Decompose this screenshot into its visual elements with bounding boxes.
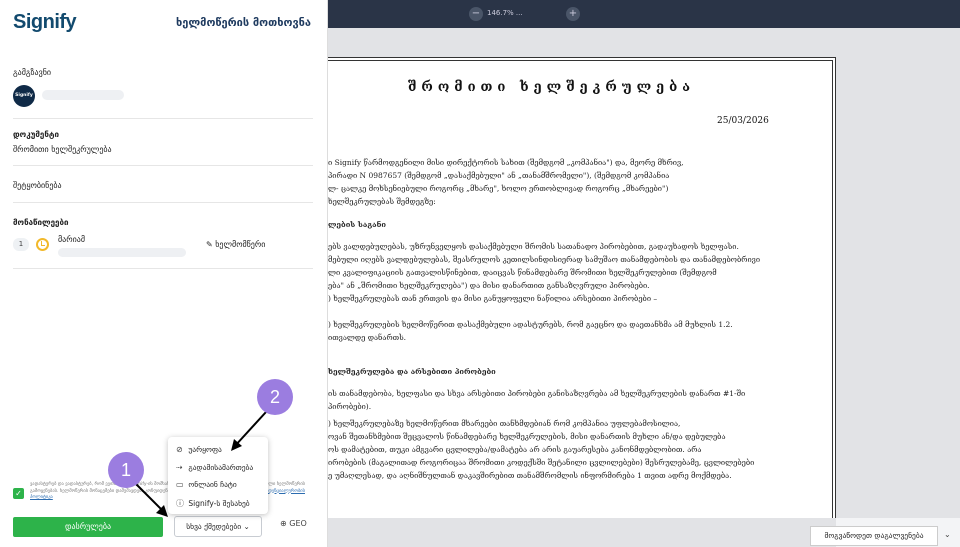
step-marker-1: 1 <box>108 452 144 488</box>
annotation-arrows <box>133 411 267 517</box>
step-marker-2: 2 <box>257 379 293 415</box>
arrow-2 <box>233 411 267 448</box>
